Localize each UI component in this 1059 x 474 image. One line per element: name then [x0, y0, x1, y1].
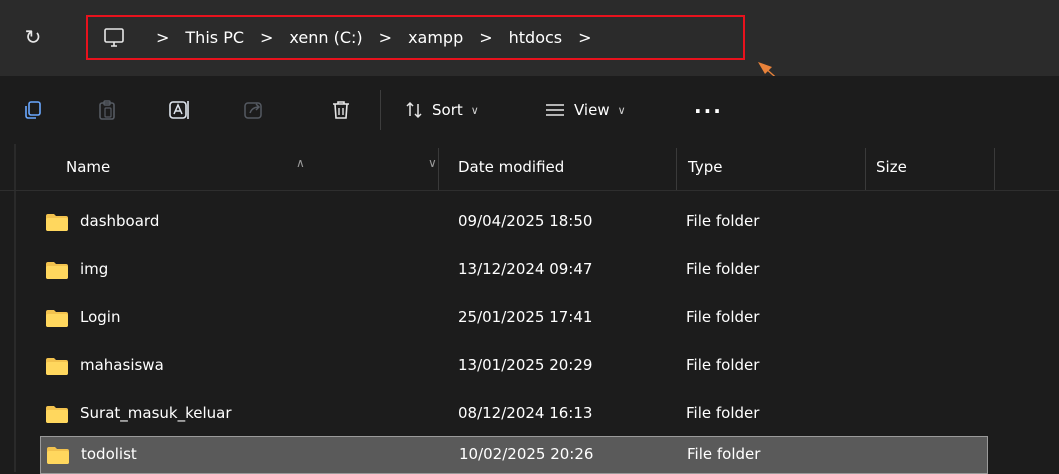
file-name: img: [80, 260, 109, 278]
rename-button[interactable]: [168, 96, 192, 124]
address-bar: ↻ > This PC > xenn (C:) > xampp > htdocs…: [0, 0, 1059, 144]
list-item-selected[interactable]: todolist 10/02/2025 20:26 File folder: [40, 436, 988, 474]
delete-button[interactable]: [330, 96, 352, 124]
list-item[interactable]: mahasiswa 13/01/2025 20:29 File folder: [40, 348, 988, 386]
file-date: 25/01/2025 17:41: [458, 308, 593, 326]
clipboard-icon: [99, 100, 115, 120]
list-item[interactable]: Login 25/01/2025 17:41 File folder: [40, 300, 988, 338]
column-header-size[interactable]: Size: [876, 158, 907, 176]
file-date: 13/12/2024 09:47: [458, 260, 593, 278]
file-name: todolist: [81, 445, 137, 463]
sort-label: Sort: [432, 101, 463, 119]
sort-icon: [406, 101, 422, 119]
column-divider[interactable]: [865, 148, 866, 190]
file-date: 10/02/2025 20:26: [459, 445, 594, 463]
folder-icon: [46, 214, 68, 231]
folder-icon: [46, 310, 68, 327]
file-date: 08/12/2024 16:13: [458, 404, 593, 422]
folder-icon: [46, 406, 68, 423]
file-name: Login: [80, 308, 121, 326]
breadcrumb-separator[interactable]: >: [260, 28, 273, 47]
file-list: Name ∧ ∨ Date modified Type Size dashboa…: [0, 144, 1059, 474]
file-name: dashboard: [80, 212, 160, 230]
column-divider[interactable]: [676, 148, 677, 190]
file-type: File folder: [686, 356, 760, 374]
column-divider[interactable]: [438, 148, 439, 190]
breadcrumb-separator[interactable]: >: [379, 28, 392, 47]
view-list-icon: [546, 104, 564, 116]
more-options-button[interactable]: ...: [694, 92, 723, 120]
folder-icon: [46, 262, 68, 279]
file-type: File folder: [686, 404, 760, 422]
column-header-date[interactable]: Date modified: [458, 158, 564, 176]
command-bar: Sort ∨ View ∨ ...: [0, 76, 1059, 144]
breadcrumb-drive[interactable]: xenn (C:): [289, 28, 362, 47]
this-pc-icon[interactable]: [102, 26, 126, 50]
list-item[interactable]: img 13/12/2024 09:47 File folder: [40, 252, 988, 290]
rename-icon: [169, 101, 189, 119]
chevron-down-icon: ∨: [470, 103, 479, 117]
share-icon: [244, 102, 262, 119]
breadcrumb-separator[interactable]: >: [156, 28, 169, 47]
share-button[interactable]: [242, 96, 264, 124]
trash-icon: [333, 101, 349, 119]
column-divider[interactable]: [994, 148, 995, 190]
folder-icon: [46, 358, 68, 375]
file-name: mahasiswa: [80, 356, 164, 374]
paste-button[interactable]: [96, 96, 118, 124]
breadcrumb-this-pc[interactable]: This PC: [185, 28, 244, 47]
sort-button[interactable]: Sort ∨: [404, 96, 479, 124]
file-name: Surat_masuk_keluar: [80, 404, 232, 422]
breadcrumb-separator[interactable]: >: [578, 28, 591, 47]
file-type: File folder: [686, 308, 760, 326]
column-header-row: Name ∧ ∨ Date modified Type Size: [0, 144, 1059, 191]
file-type: File folder: [687, 445, 761, 463]
new-button[interactable]: [22, 96, 44, 124]
folder-icon: [47, 447, 69, 464]
column-header-name[interactable]: Name ∧: [66, 156, 305, 176]
file-date: 09/04/2025 18:50: [458, 212, 593, 230]
column-header-type[interactable]: Type: [688, 158, 722, 176]
view-label: View: [574, 101, 610, 119]
chevron-down-icon[interactable]: ∨: [428, 156, 437, 170]
refresh-icon[interactable]: ↻: [22, 26, 44, 48]
sort-ascending-icon: ∧: [296, 156, 305, 170]
column-name-label: Name: [66, 158, 111, 176]
copy-icon: [25, 101, 41, 119]
chevron-down-icon: ∨: [617, 103, 626, 117]
breadcrumb-separator[interactable]: >: [479, 28, 492, 47]
breadcrumb[interactable]: > This PC > xenn (C:) > xampp > htdocs >: [86, 15, 745, 60]
view-button[interactable]: View ∨: [544, 96, 626, 124]
file-type: File folder: [686, 260, 760, 278]
file-date: 13/01/2025 20:29: [458, 356, 593, 374]
more-icon: ...: [694, 94, 723, 118]
list-item[interactable]: dashboard 09/04/2025 18:50 File folder: [40, 204, 988, 242]
toolbar-divider: [380, 90, 381, 130]
file-type: File folder: [686, 212, 760, 230]
list-item[interactable]: Surat_masuk_keluar 08/12/2024 16:13 File…: [40, 396, 988, 434]
breadcrumb-htdocs[interactable]: htdocs: [509, 28, 563, 47]
breadcrumb-xampp[interactable]: xampp: [408, 28, 463, 47]
